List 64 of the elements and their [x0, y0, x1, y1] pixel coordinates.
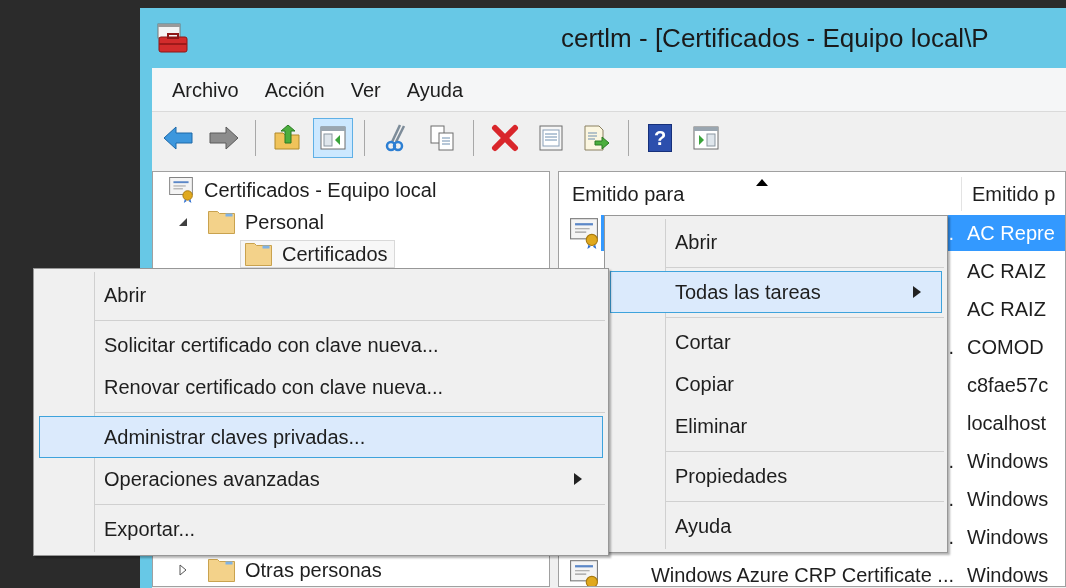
menu-item[interactable]: Propiedades: [610, 455, 942, 497]
certificate-icon: [570, 217, 598, 249]
table-cell-text: .: [948, 335, 954, 360]
menu-bar-item[interactable]: Ver: [338, 71, 393, 108]
table-cell-text: .: [948, 525, 954, 550]
folder-icon: [245, 242, 272, 266]
menu-bar-item[interactable]: Archivo: [160, 71, 251, 108]
forward-arrow-icon: [209, 125, 239, 151]
menu-item[interactable]: Cortar: [610, 321, 942, 363]
collapsed-triangle-icon[interactable]: [179, 564, 187, 576]
table-cell-text: .: [948, 449, 954, 474]
table-cell-text: localhost: [966, 411, 1047, 436]
submenu-arrow-icon: [913, 286, 921, 298]
table-cell-text: .: [948, 487, 954, 512]
delete-icon: [491, 124, 519, 152]
table-cell-text: COMOD: [966, 335, 1045, 360]
menu-item[interactable]: Solicitar certificado con clave nueva...: [39, 324, 603, 366]
table-cell: AC Repre: [957, 215, 1065, 251]
scissors-icon: [384, 124, 408, 152]
submenu-arrow-icon: [574, 473, 582, 485]
table-cell-text: Windows Azure CRP Certificate ...: [650, 563, 954, 586]
menu-item[interactable]: Renovar certificado con clave nueva...: [39, 366, 603, 408]
document-icon: [538, 124, 564, 152]
expanded-triangle-icon[interactable]: [178, 217, 188, 227]
column-header[interactable]: Emitido para: [562, 177, 962, 211]
menu-item[interactable]: Eliminar: [610, 405, 942, 447]
menu-item[interactable]: Operaciones avanzadas: [39, 458, 603, 500]
tree-item[interactable]: Certificados: [240, 240, 395, 268]
menu-item[interactable]: Copiar: [610, 363, 942, 405]
menu-item[interactable]: Todas las tareas: [610, 271, 942, 313]
certificate-icon: [168, 177, 194, 203]
menu-bar-item[interactable]: Ayuda: [394, 71, 476, 108]
menu-bar-item[interactable]: Acción: [252, 71, 337, 108]
folder-icon: [208, 558, 235, 582]
toolbar-button[interactable]: [313, 118, 353, 158]
table-cell-text: Windows: [966, 525, 1050, 550]
table-cell-text: c8fae57c: [966, 373, 1050, 398]
table-cell-text: Windows: [966, 449, 1050, 474]
help-icon: ?: [648, 124, 672, 152]
table-cell-text: Windows: [966, 563, 1050, 586]
table-cell-text: AC RAIZ: [966, 259, 1047, 284]
pane-icon: [693, 126, 719, 150]
sort-arrow-icon: [756, 179, 768, 186]
menu-item[interactable]: Administrar claves privadas...: [39, 416, 603, 458]
export-icon: [583, 124, 611, 152]
menu-item[interactable]: Abrir: [610, 221, 942, 263]
window-title: certlm - [Certificados - Equipo local\P: [561, 21, 989, 55]
column-header[interactable]: Emitido p: [962, 177, 1065, 211]
table-cell-text: Windows: [966, 487, 1050, 512]
back-arrow-icon: [163, 125, 193, 151]
menu-item[interactable]: Abrir: [39, 274, 603, 316]
tree-item[interactable]: Personal: [203, 208, 331, 236]
tree-item[interactable]: Otras personas: [203, 556, 389, 584]
table-cell-text: AC RAIZ: [966, 297, 1047, 322]
app-icon: [156, 21, 190, 55]
tree-item[interactable]: Certificados - Equipo local: [163, 176, 444, 204]
folder-icon: [208, 210, 235, 234]
pane-icon: [320, 126, 346, 150]
menu-item[interactable]: Ayuda: [610, 505, 942, 547]
folder-up-icon: [273, 125, 301, 151]
copy-icon: [429, 124, 455, 152]
toolbar-button[interactable]: ?: [640, 118, 680, 158]
table-cell-text: .: [948, 221, 954, 246]
menu-item[interactable]: Exportar...: [39, 508, 603, 550]
